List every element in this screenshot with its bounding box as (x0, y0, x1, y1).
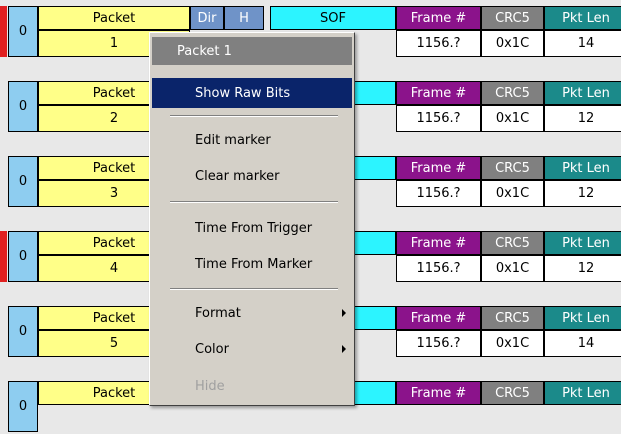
pkt-len-value: 12 (544, 180, 621, 207)
submenu-arrow-icon (342, 345, 346, 353)
frame-header: Frame # (396, 156, 481, 180)
crc5-header: CRC5 (481, 156, 544, 180)
frame-header: Frame # (396, 6, 481, 30)
crc5-header: CRC5 (481, 81, 544, 105)
pkt-len-header: Pkt Len (544, 231, 621, 255)
packet-number: 0 (8, 231, 38, 282)
menu-item-label: Show Raw Bits (195, 85, 291, 101)
menu-item-label: Time From Trigger (195, 220, 313, 236)
menu-item-edit-marker[interactable]: Edit marker (152, 125, 352, 155)
crc5-header: CRC5 (481, 306, 544, 330)
pkt-len-value: 12 (544, 255, 621, 282)
packet-header: Packet (38, 6, 190, 30)
crc5-value: 0x1C (481, 30, 544, 57)
h-header: H (224, 6, 264, 30)
menu-item-label: Format (195, 305, 241, 321)
menu-separator (170, 115, 338, 117)
pkt-len-value: 14 (544, 330, 621, 357)
menu-item-hide: Hide (152, 371, 352, 401)
frame-header: Frame # (396, 306, 481, 330)
menu-item-format[interactable]: Format (152, 298, 352, 328)
menu-item-time-from-trigger[interactable]: Time From Trigger (152, 213, 352, 243)
menu-item-clear-marker[interactable]: Clear marker (152, 161, 352, 191)
marker-flag (0, 231, 7, 282)
crc5-header: CRC5 (481, 6, 544, 30)
packet-number: 0 (8, 381, 38, 432)
sof-header: SOF (270, 6, 396, 30)
menu-item-label: Hide (195, 378, 225, 394)
crc5-header: CRC5 (481, 381, 544, 405)
menu-item-show-raw-bits[interactable]: Show Raw Bits (152, 78, 352, 108)
pkt-len-header: Pkt Len (544, 156, 621, 180)
frame-value: 1156.? (396, 30, 481, 57)
frame-header: Frame # (396, 381, 481, 405)
context-menu: Packet 1 Show Raw Bits Edit marker Clear… (149, 32, 355, 406)
pkt-len-value: 12 (544, 105, 621, 132)
menu-item-label: Clear marker (195, 168, 280, 184)
packet-number: 0 (8, 306, 38, 357)
crc5-value: 0x1C (481, 255, 544, 282)
crc5-header: CRC5 (481, 231, 544, 255)
frame-value: 1156.? (396, 330, 481, 357)
menu-item-time-from-marker[interactable]: Time From Marker (152, 249, 352, 279)
packet-number: 0 (8, 6, 38, 57)
dir-header: Dir (190, 6, 224, 30)
frame-value: 1156.? (396, 105, 481, 132)
frame-value: 1156.? (396, 255, 481, 282)
pkt-len-value: 14 (544, 30, 621, 57)
pkt-len-header: Pkt Len (544, 81, 621, 105)
packet-number: 0 (8, 156, 38, 207)
frame-value: 1156.? (396, 180, 481, 207)
frame-header: Frame # (396, 81, 481, 105)
crc5-value: 0x1C (481, 180, 544, 207)
packet-number: 0 (8, 81, 38, 132)
pkt-len-header: Pkt Len (544, 6, 621, 30)
pkt-len-header: Pkt Len (544, 381, 621, 405)
crc5-value: 0x1C (481, 105, 544, 132)
menu-title: Packet 1 (152, 37, 352, 65)
menu-item-label: Color (195, 341, 229, 357)
menu-separator (170, 288, 338, 290)
marker-flag (0, 6, 7, 57)
frame-header: Frame # (396, 231, 481, 255)
menu-item-label: Time From Marker (195, 256, 313, 272)
crc5-value: 0x1C (481, 330, 544, 357)
pkt-len-header: Pkt Len (544, 306, 621, 330)
menu-item-color[interactable]: Color (152, 334, 352, 364)
menu-separator (170, 201, 338, 203)
submenu-arrow-icon (342, 309, 346, 317)
menu-item-label: Edit marker (195, 132, 271, 148)
